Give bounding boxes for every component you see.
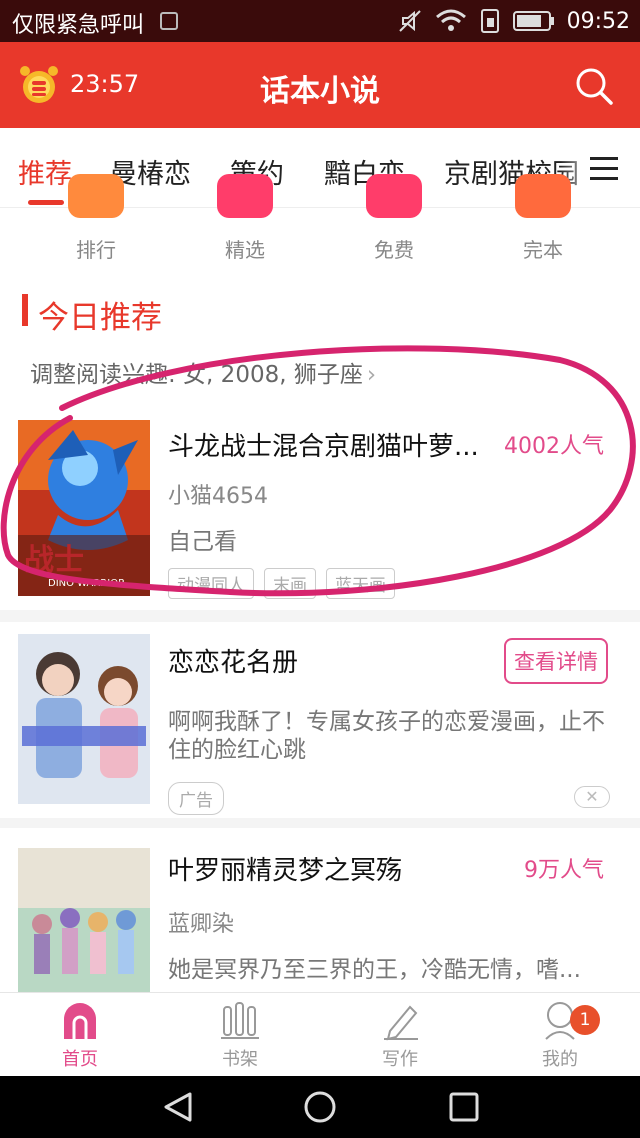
search-icon[interactable] <box>574 66 614 106</box>
system-navigation-bar <box>0 1076 640 1138</box>
home-icon <box>64 1003 96 1039</box>
book-description: 她是冥界乃至三界的王，冷酷无情，嗜... <box>168 957 581 983</box>
svg-text:战士: 战士 <box>24 543 84 578</box>
home-circle-icon[interactable] <box>302 1090 338 1124</box>
battery-icon <box>512 11 554 31</box>
status-bar: 仅限紧急呼叫 09:52 <box>0 0 640 42</box>
menu-icon <box>590 157 618 180</box>
sim-icon <box>160 12 178 30</box>
recent-apps-icon[interactable] <box>446 1090 482 1124</box>
featured-icon <box>217 174 273 218</box>
nav-mine[interactable]: 我的 1 <box>500 999 620 1071</box>
bookshelf-icon <box>221 1002 259 1039</box>
book-author: 蓝卿染 <box>168 912 235 937</box>
pen-icon <box>384 1005 418 1041</box>
chevron-right-icon: › <box>366 362 377 388</box>
nav-write[interactable]: 写作 <box>340 999 460 1071</box>
section-accent-bar <box>22 294 28 326</box>
notification-badge: 1 <box>570 1005 600 1035</box>
tabs-menu-button[interactable] <box>580 142 632 194</box>
svg-text:DINO WARRIOR: DINO WARRIOR <box>48 578 125 589</box>
book-cover[interactable] <box>18 848 150 992</box>
book-popularity: 9万人气 <box>524 858 604 883</box>
book-cover[interactable]: 战士 DINO WARRIOR <box>18 420 150 596</box>
book-tags: 动漫同人 末画 蓝天画 <box>168 568 395 599</box>
free-icon <box>366 174 422 218</box>
quick-categories: 排行 精选 免费 完本 <box>0 174 640 270</box>
book-item[interactable]: 叶罗丽精灵梦之冥殇 9万人气 蓝卿染 她是冥界乃至三界的王，冷酷无情，嗜... <box>0 828 640 992</box>
tab-recommend[interactable]: 推荐 <box>18 152 72 191</box>
ad-item[interactable]: 恋恋花名册 查看详情 啊啊我酥了！专属女孩子的恋爱漫画，止不 住的脸红心跳 广告… <box>0 622 640 818</box>
book-tag[interactable]: 蓝天画 <box>326 568 395 599</box>
book-description: 自己看 <box>168 529 237 555</box>
book-tag[interactable]: 动漫同人 <box>168 568 254 599</box>
reading-interest-link[interactable]: 调整阅读兴趣: 女, 2008, 狮子座 › <box>30 355 376 389</box>
book-popularity: 4002人气 <box>504 434 604 459</box>
sim-card-icon <box>480 9 499 33</box>
carrier-text: 仅限紧急呼叫 <box>12 13 145 38</box>
nav-bookshelf[interactable]: 书架 <box>180 999 300 1071</box>
app-header: 23:57 话本小说 <box>0 42 640 128</box>
active-tab-indicator <box>28 200 64 205</box>
section-title: 今日推荐 <box>38 300 162 336</box>
book-author: 小猫4654 <box>168 484 268 509</box>
back-icon[interactable] <box>160 1090 196 1124</box>
app-title: 话本小说 <box>260 74 380 109</box>
ad-description-line2: 住的脸红心跳 <box>168 737 306 763</box>
ranking-icon <box>68 174 124 218</box>
book-title[interactable]: 斗龙战士混合京剧猫叶萝... <box>168 426 479 463</box>
close-icon[interactable]: ✕ <box>574 786 610 808</box>
wifi-icon <box>435 9 466 31</box>
ad-cover[interactable] <box>18 634 150 804</box>
mute-icon <box>398 10 421 32</box>
ad-label: 广告 <box>168 782 224 815</box>
book-title[interactable]: 叶罗丽精灵梦之冥殇 <box>168 850 402 887</box>
completed-icon <box>515 174 571 218</box>
status-time: 09:52 <box>566 8 630 34</box>
view-details-button[interactable]: 查看详情 <box>504 638 608 684</box>
book-tag[interactable]: 末画 <box>264 568 316 599</box>
book-item[interactable]: 战士 DINO WARRIOR 斗龙战士混合京剧猫叶萝... 4002人气 小猫… <box>0 420 640 610</box>
bottom-navigation: 首页 书架 写作 我的 1 <box>0 992 640 1076</box>
ad-title[interactable]: 恋恋花名册 <box>168 642 298 679</box>
nav-home[interactable]: 首页 <box>20 999 140 1071</box>
